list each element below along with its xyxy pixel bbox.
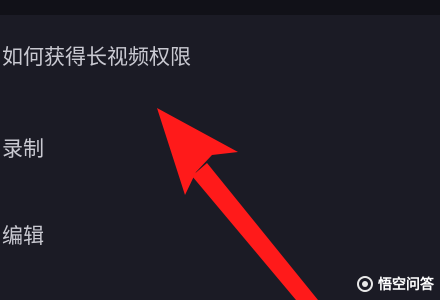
menu-item-long-video-permission[interactable]: 如何获得长视频权限 [0, 35, 440, 79]
wukong-logo-icon [357, 276, 373, 292]
menu-item-label: 如何获得长视频权限 [2, 44, 191, 69]
settings-screen: 如何获得长视频权限 录制 编辑 悟空问答 [0, 0, 440, 300]
menu-item-edit[interactable]: 编辑 [0, 214, 440, 258]
watermark: 悟空问答 [357, 274, 434, 294]
watermark-text: 悟空问答 [378, 277, 434, 293]
top-bar [0, 0, 440, 15]
menu-item-label: 编辑 [2, 223, 44, 248]
menu-item-label: 录制 [2, 136, 44, 161]
menu-item-record[interactable]: 录制 [0, 127, 440, 171]
